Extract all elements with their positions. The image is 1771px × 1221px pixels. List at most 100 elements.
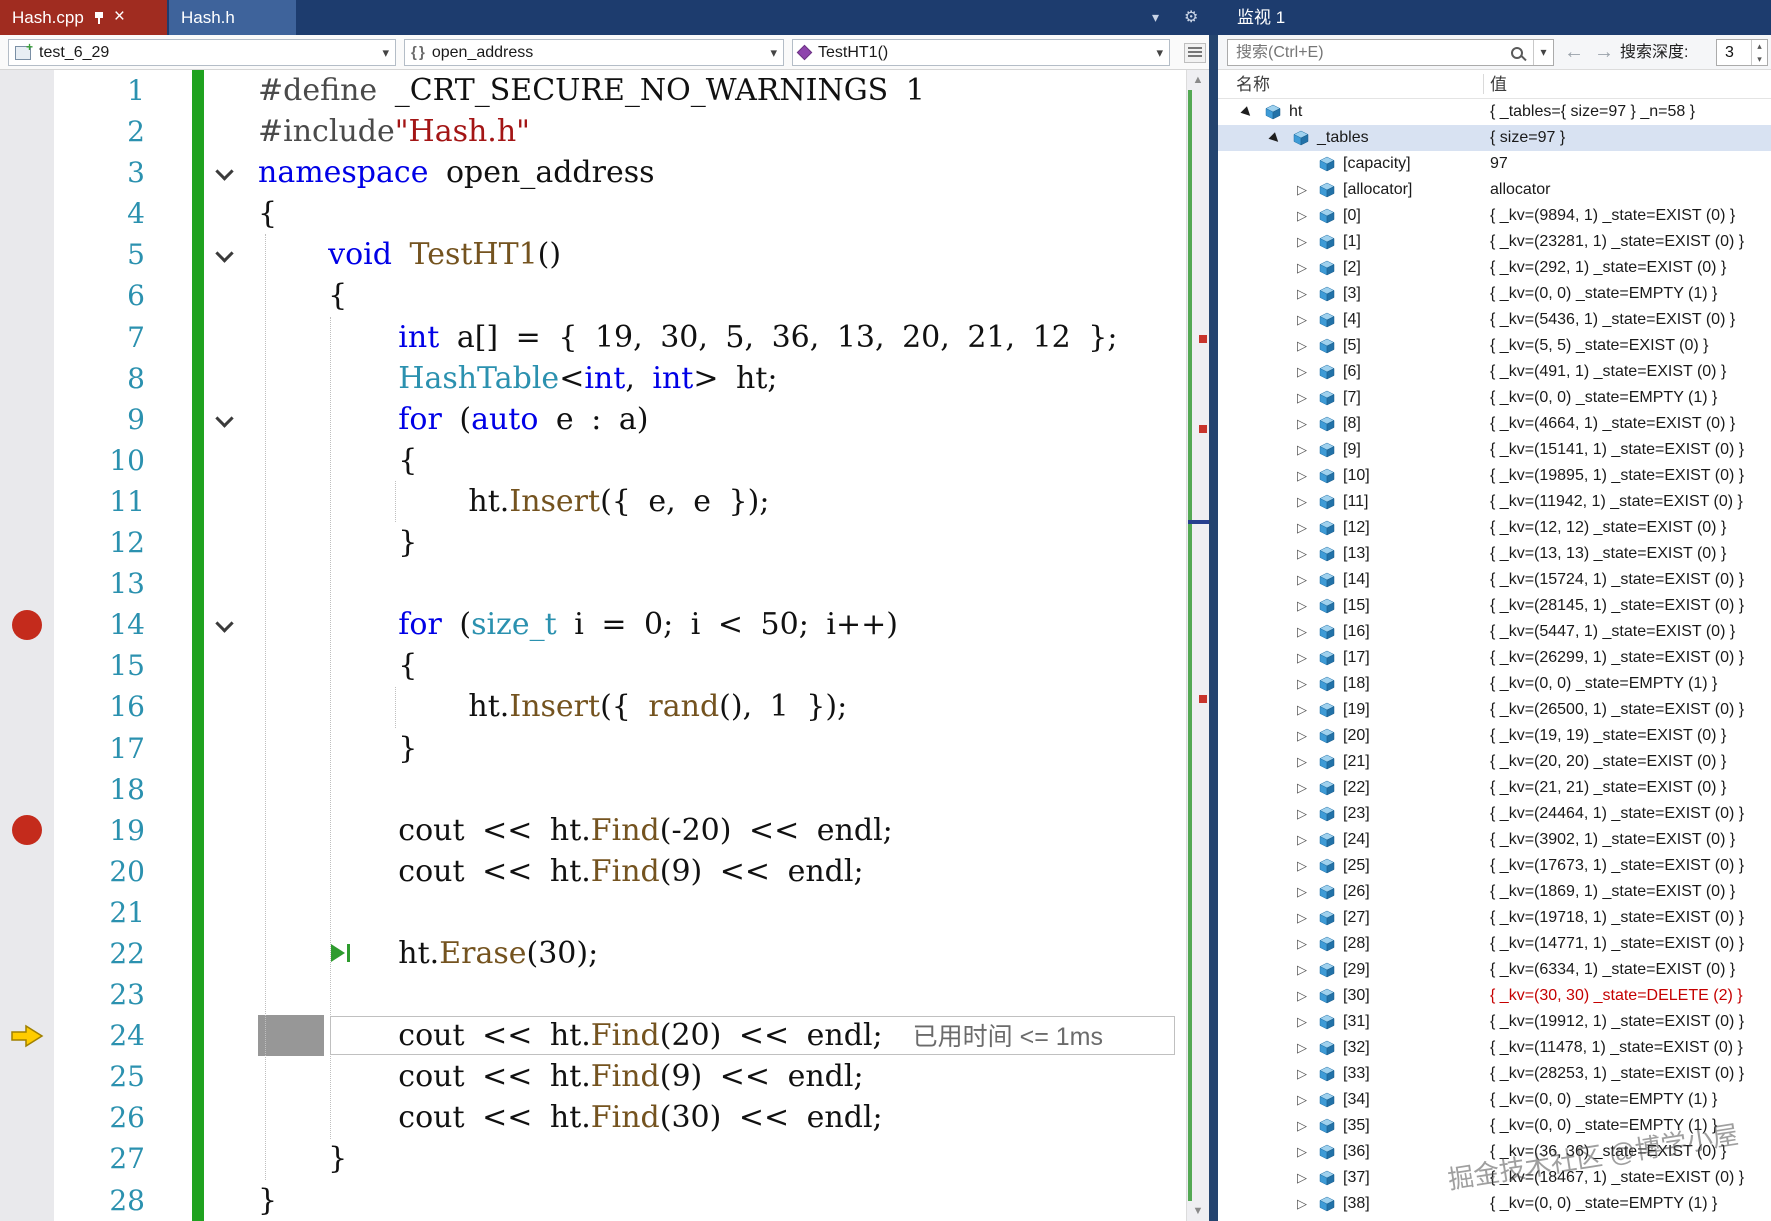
watch-row-[2][interactable]: ▷ [2] { _kv=(292, 1) _state=EXIST (0) } — [1218, 255, 1771, 281]
breakpoint-margin[interactable] — [0, 1056, 54, 1098]
breakpoint-margin[interactable] — [0, 686, 54, 728]
expand-arrow-icon[interactable]: ▷ — [1297, 1061, 1307, 1087]
watch-value[interactable]: { _kv=(5436, 1) _state=EXIST (0) } — [1490, 307, 1735, 333]
watch-row-[19][interactable]: ▷ [19] { _kv=(26500, 1) _state=EXIST (0) } — [1218, 697, 1771, 723]
collapse-chevron-icon[interactable] — [215, 409, 234, 428]
watch-name[interactable]: [10] — [1343, 463, 1370, 489]
code-text[interactable]: { — [248, 193, 1209, 234]
breakpoint-margin[interactable] — [0, 1015, 54, 1057]
code-line-24[interactable]: 24 cout << ht.Find(20) << endl; 已用时间 <= 1… — [0, 1015, 1209, 1057]
watch-row-[10][interactable]: ▷ [10] { _kv=(19895, 1) _state=EXIST (0) } — [1218, 463, 1771, 489]
expand-arrow-icon[interactable]: ▷ — [1297, 1035, 1307, 1061]
watch-value[interactable]: { _kv=(0, 0) _state=EMPTY (1) } — [1490, 1087, 1717, 1113]
watch-name[interactable]: [22] — [1343, 775, 1370, 801]
expand-arrow-icon[interactable]: ▷ — [1297, 879, 1307, 905]
watch-name[interactable]: [24] — [1343, 827, 1370, 853]
watch-row-[36][interactable]: ▷ [36] { _kv=(36, 36) _state=EXIST (0) } — [1218, 1139, 1771, 1165]
fold-margin[interactable] — [204, 111, 248, 152]
expand-arrow-icon[interactable]: ▷ — [1297, 775, 1307, 801]
breakpoint-margin[interactable] — [0, 768, 54, 810]
watch-name[interactable]: [29] — [1343, 957, 1370, 983]
expand-arrow-icon[interactable]: ▷ — [1297, 177, 1307, 203]
code-line-19[interactable]: 19 cout << ht.Find(-20) << endl; — [0, 809, 1209, 851]
watch-name[interactable]: [11] — [1343, 489, 1369, 515]
watch-value[interactable]: { _kv=(0, 0) _state=EMPTY (1) } — [1490, 385, 1717, 411]
fold-margin[interactable] — [204, 193, 248, 234]
scrollbar-up-arrow-icon[interactable]: ▲ — [1187, 74, 1209, 86]
watch-row-[16][interactable]: ▷ [16] { _kv=(5447, 1) _state=EXIST (0) } — [1218, 619, 1771, 645]
watch-name[interactable]: [25] — [1343, 853, 1370, 879]
watch-name[interactable]: [9] — [1343, 437, 1361, 463]
watch-name[interactable]: [5] — [1343, 333, 1361, 359]
watch-value[interactable]: { _kv=(26299, 1) _state=EXIST (0) } — [1490, 645, 1744, 671]
code-line-27[interactable]: 27 } — [0, 1138, 1209, 1180]
expand-arrow-icon[interactable]: ▷ — [1297, 671, 1307, 697]
expand-arrow-icon[interactable]: ▷ — [1297, 1113, 1307, 1139]
watch-value[interactable]: { _kv=(21, 21) _state=EXIST (0) } — [1490, 775, 1726, 801]
watch-value[interactable]: allocator — [1490, 177, 1550, 203]
tab-hash-h[interactable]: Hash.h — [169, 0, 296, 35]
code-line-12[interactable]: 12 } — [0, 522, 1209, 564]
code-line-8[interactable]: 8 HashTable<int, int> ht; — [0, 357, 1209, 399]
collapse-chevron-icon[interactable] — [215, 614, 234, 633]
watch-value[interactable]: { _kv=(292, 1) _state=EXIST (0) } — [1490, 255, 1726, 281]
code-text[interactable]: { — [248, 645, 1209, 686]
code-line-25[interactable]: 25 cout << ht.Find(9) << endl; — [0, 1056, 1209, 1098]
watch-row-[29][interactable]: ▷ [29] { _kv=(6334, 1) _state=EXIST (0) } — [1218, 957, 1771, 983]
watch-value[interactable]: { _kv=(13, 13) _state=EXIST (0) } — [1490, 541, 1726, 567]
breakpoint-margin[interactable] — [0, 439, 54, 481]
watch-value[interactable]: { _kv=(0, 0) _state=EMPTY (1) } — [1490, 671, 1717, 697]
code-line-1[interactable]: 1 #define _CRT_SECURE_NO_WARNINGS 1 — [0, 70, 1209, 112]
code-line-4[interactable]: 4{ — [0, 193, 1209, 235]
watch-row-[8][interactable]: ▷ [8] { _kv=(4664, 1) _state=EXIST (0) } — [1218, 411, 1771, 437]
watch-value[interactable]: { _kv=(18467, 1) _state=EXIST (0) } — [1490, 1165, 1744, 1191]
code-text[interactable] — [248, 892, 1209, 933]
code-line-9[interactable]: 9 for (auto e : a) — [0, 398, 1209, 440]
watch-row-[34][interactable]: ▷ [34] { _kv=(0, 0) _state=EMPTY (1) } — [1218, 1087, 1771, 1113]
expand-arrow-icon[interactable]: ▷ — [1297, 593, 1307, 619]
expand-arrow-icon[interactable]: ▷ — [1297, 619, 1307, 645]
watch-value[interactable]: { _kv=(1869, 1) _state=EXIST (0) } — [1490, 879, 1735, 905]
expand-arrow-icon[interactable]: ▷ — [1297, 333, 1307, 359]
fold-margin[interactable] — [204, 440, 248, 481]
code-line-11[interactable]: 11 ht.Insert({ e, e }); — [0, 480, 1209, 523]
expand-arrow-icon[interactable]: ▷ — [1297, 411, 1307, 437]
collapse-chevron-icon[interactable] — [215, 244, 234, 264]
expand-arrow-icon[interactable]: ▷ — [1297, 645, 1307, 671]
watch-search[interactable]: ▾ — [1227, 39, 1554, 66]
expand-arrow-icon[interactable]: ▷ — [1297, 255, 1307, 281]
breakpoint-margin[interactable] — [0, 974, 54, 1016]
expand-arrow-icon[interactable]: ▷ — [1297, 957, 1307, 983]
fold-margin[interactable] — [204, 851, 248, 892]
watch-name[interactable]: [21] — [1343, 749, 1370, 775]
code-text[interactable]: namespace open_address — [248, 152, 1209, 193]
watch-row-[23][interactable]: ▷ [23] { _kv=(24464, 1) _state=EXIST (0) } — [1218, 801, 1771, 827]
watch-row-[30][interactable]: ▷ [30] { _kv=(30, 30) _state=DELETE (2) } — [1218, 983, 1771, 1009]
watch-name[interactable]: [4] — [1343, 307, 1361, 333]
watch-row-[33][interactable]: ▷ [33] { _kv=(28253, 1) _state=EXIST (0) } — [1218, 1061, 1771, 1087]
watch-value[interactable]: { _kv=(28253, 1) _state=EXIST (0) } — [1490, 1061, 1744, 1087]
watch-row-[15][interactable]: ▷ [15] { _kv=(28145, 1) _state=EXIST (0) } — [1218, 593, 1771, 619]
expand-arrow-icon[interactable]: ▷ — [1297, 1165, 1307, 1191]
watch-row-[7][interactable]: ▷ [7] { _kv=(0, 0) _state=EMPTY (1) } — [1218, 385, 1771, 411]
watch-row-[26][interactable]: ▷ [26] { _kv=(1869, 1) _state=EXIST (0) } — [1218, 879, 1771, 905]
watch-value[interactable]: { size=97 } — [1490, 125, 1565, 151]
project-dropdown[interactable]: test_6_29 ▾ — [8, 39, 396, 66]
tab-hash-cpp[interactable]: Hash.cpp × — [0, 0, 167, 35]
watch-name[interactable]: [19] — [1343, 697, 1370, 723]
watch-value[interactable]: { _kv=(15724, 1) _state=EXIST (0) } — [1490, 567, 1744, 593]
code-text[interactable]: #include"Hash.h" — [248, 111, 1209, 152]
watch-row-[1][interactable]: ▷ [1] { _kv=(23281, 1) _state=EXIST (0) } — [1218, 229, 1771, 255]
watch-row-[20][interactable]: ▷ [20] { _kv=(19, 19) _state=EXIST (0) } — [1218, 723, 1771, 749]
code-line-10[interactable]: 10 { — [0, 439, 1209, 481]
watch-row-[27][interactable]: ▷ [27] { _kv=(19718, 1) _state=EXIST (0) } — [1218, 905, 1771, 931]
fold-margin[interactable] — [204, 769, 248, 810]
code-line-21[interactable]: 21 — [0, 891, 1209, 933]
expand-arrow-icon[interactable]: ▷ — [1297, 749, 1307, 775]
dropdown-arrow-icon[interactable]: ▾ — [1156, 45, 1163, 61]
watch-value[interactable]: { _kv=(4664, 1) _state=EXIST (0) } — [1490, 411, 1735, 437]
watch-row-_tables[interactable]: ▶ _tables { size=97 } — [1218, 125, 1771, 151]
watch-value[interactable]: { _tables={ size=97 } _n=58 } — [1490, 99, 1695, 125]
expand-arrow-icon[interactable]: ▷ — [1297, 853, 1307, 879]
code-text[interactable]: ht.Insert({ e, e }); — [248, 481, 1209, 522]
